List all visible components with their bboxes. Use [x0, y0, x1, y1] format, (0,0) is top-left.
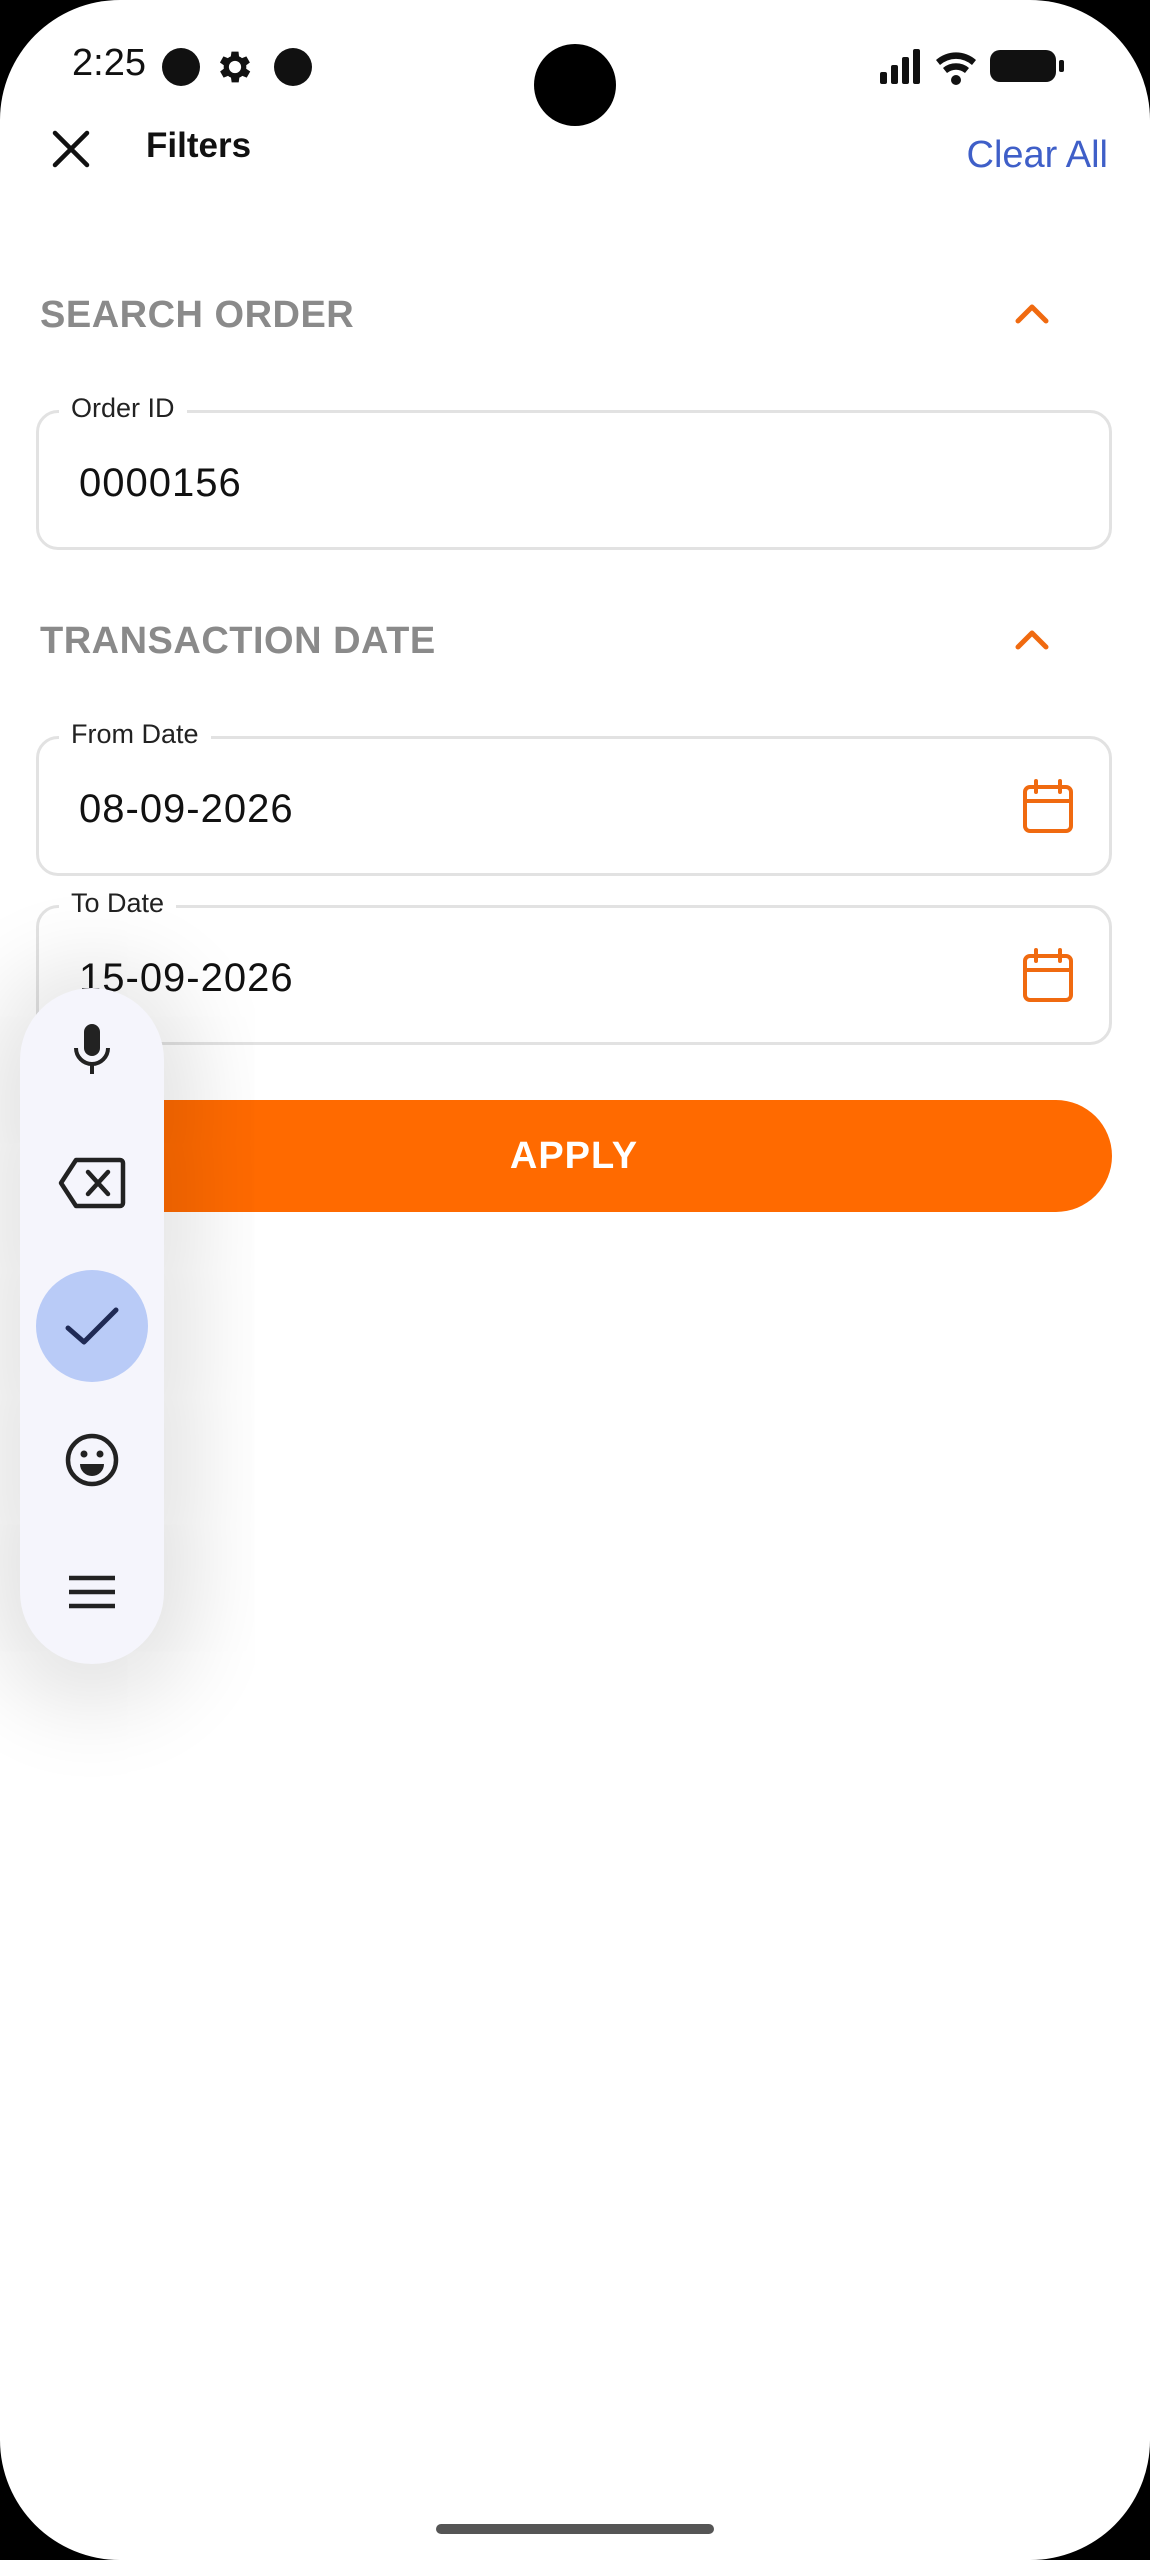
status-icons: [880, 46, 1080, 86]
section-title-search-order: SEARCH ORDER: [40, 294, 355, 336]
close-button[interactable]: [42, 120, 100, 178]
calendar-icon[interactable]: [1021, 779, 1075, 835]
from-date-label: From Date: [59, 719, 211, 750]
home-indicator[interactable]: [436, 2524, 714, 2534]
page-title: Filters: [146, 126, 252, 165]
check-icon: [65, 1307, 119, 1345]
order-id-value: 0000156: [79, 461, 242, 505]
menu-button[interactable]: [36, 1536, 148, 1648]
to-date-label: To Date: [59, 888, 177, 919]
microphone-button[interactable]: [36, 994, 148, 1106]
notification-dot-icon: [274, 48, 312, 86]
from-date-field[interactable]: From Date 08-09-2026: [36, 719, 1112, 876]
status-bar: 2:25: [0, 0, 1150, 140]
done-button[interactable]: [36, 1270, 148, 1382]
floating-keyboard-toolbar: [20, 988, 164, 1664]
chevron-up-icon[interactable]: [1010, 618, 1054, 662]
backspace-button[interactable]: [36, 1127, 148, 1239]
settings-gear-icon: [214, 46, 256, 88]
apply-button[interactable]: APPLY: [36, 1100, 1112, 1212]
from-date-value: 08-09-2026: [79, 787, 294, 831]
chevron-up-icon[interactable]: [1010, 292, 1054, 336]
close-icon: [52, 130, 90, 168]
order-id-field[interactable]: Order ID 0000156: [36, 393, 1112, 550]
calendar-icon[interactable]: [1021, 948, 1075, 1004]
menu-icon: [69, 1575, 115, 1609]
microphone-icon: [74, 1024, 110, 1074]
section-title-transaction-date: TRANSACTION DATE: [40, 620, 436, 662]
clear-all-button[interactable]: Clear All: [967, 134, 1109, 177]
filters-screen: 2:25 Filters Clear All SEARCH ORDER Orde…: [0, 0, 1150, 2560]
status-time: 2:25: [72, 42, 146, 84]
emoji-button[interactable]: [36, 1404, 148, 1516]
emoji-icon: [65, 1433, 119, 1487]
notification-dot-icon: [162, 48, 200, 86]
order-id-label: Order ID: [59, 393, 187, 424]
to-date-field[interactable]: To Date 15-09-2026: [36, 888, 1112, 1045]
backspace-icon: [58, 1157, 126, 1209]
signal-wifi-battery-icon: [880, 49, 1064, 85]
front-camera: [534, 44, 616, 126]
